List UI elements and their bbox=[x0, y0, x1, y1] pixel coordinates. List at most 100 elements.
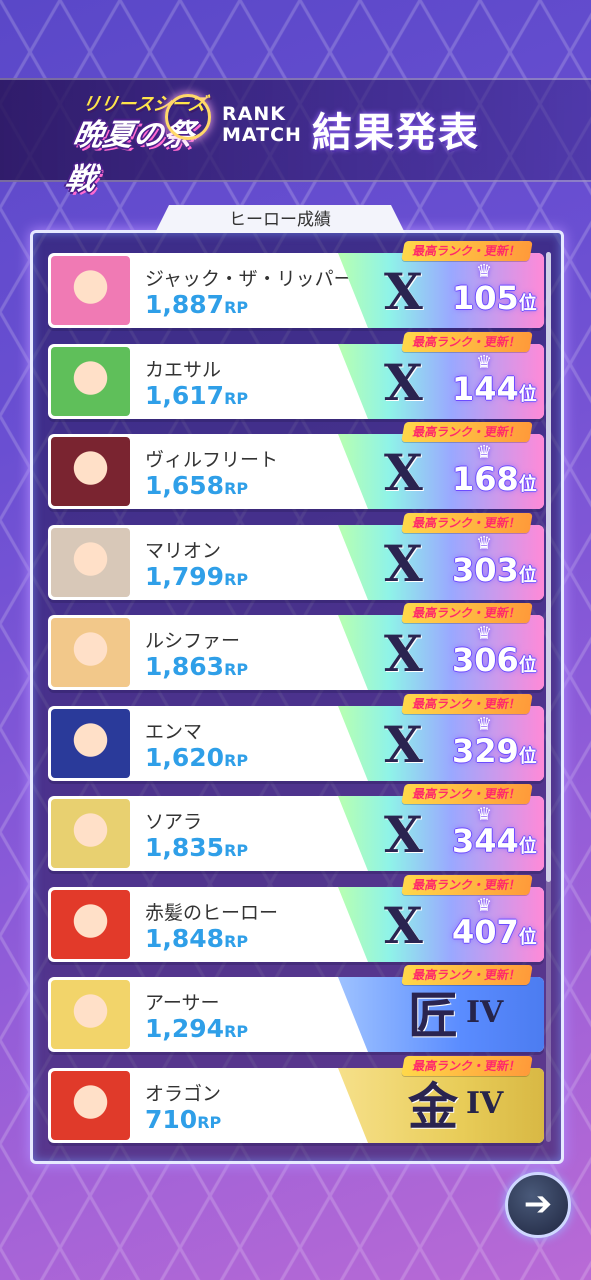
hero-avatar bbox=[51, 709, 130, 778]
logo-star-icon bbox=[165, 94, 211, 140]
hero-row[interactable]: エンマ 1,620RP X ♛ 329位 最高ランク・更新！ bbox=[48, 694, 544, 781]
hero-avatar bbox=[51, 799, 130, 868]
hero-name: ソアラ bbox=[145, 811, 203, 833]
hero-rp: 1,799RP bbox=[145, 562, 248, 591]
rp-unit: RP bbox=[224, 298, 249, 317]
hero-row[interactable]: マリオン 1,799RP X ♛ 303位 最高ランク・更新！ bbox=[48, 513, 544, 600]
hero-name: カエサル bbox=[145, 359, 222, 381]
rp-value: 1,620 bbox=[145, 743, 225, 772]
hero-rp: 1,835RP bbox=[145, 833, 248, 862]
hero-name: エンマ bbox=[145, 721, 203, 743]
scrollbar-thumb[interactable] bbox=[546, 252, 551, 882]
hero-row[interactable]: ソアラ 1,835RP X ♛ 344位 最高ランク・更新！ bbox=[48, 784, 544, 871]
rp-unit: RP bbox=[224, 479, 249, 498]
hero-rp: 1,294RP bbox=[145, 1014, 248, 1043]
rp-value: 1,835 bbox=[145, 833, 225, 862]
hero-avatar bbox=[51, 618, 130, 687]
rank-suffix: 位 bbox=[518, 655, 537, 676]
hero-name: オラゴン bbox=[145, 1083, 222, 1105]
rp-value: 1,799 bbox=[145, 562, 225, 591]
hero-row[interactable]: オラゴン 710RP 金 IV 最高ランク・更新！ bbox=[48, 1056, 544, 1143]
hero-rp: 710RP bbox=[145, 1105, 221, 1134]
rank-number: 168 bbox=[452, 460, 519, 498]
season-logo: リリースシーズン 晩夏の祭戦 bbox=[62, 88, 215, 197]
rank-match-label: RANK MATCH bbox=[222, 104, 302, 146]
hero-avatar bbox=[51, 256, 130, 325]
hero-name: アーサー bbox=[145, 992, 220, 1014]
hero-avatar bbox=[51, 528, 130, 597]
artisan-rank-emblem-icon: 匠 bbox=[408, 986, 458, 1045]
rank-number: 105 bbox=[452, 279, 519, 317]
hero-rp: 1,848RP bbox=[145, 924, 248, 953]
best-rank-updated-badge: 最高ランク・更新！ bbox=[401, 965, 533, 985]
rank-suffix: 位 bbox=[518, 746, 537, 767]
rank-suffix: 位 bbox=[518, 836, 537, 857]
rp-value: 1,658 bbox=[145, 471, 225, 500]
rank-number: 303 bbox=[452, 551, 519, 589]
hero-row[interactable]: アーサー 1,294RP 匠 IV 最高ランク・更新！ bbox=[48, 965, 544, 1052]
hero-row[interactable]: ジャック・ザ・リッパー 1,887RP X ♛ 105位 最高ランク・更新！ bbox=[48, 241, 544, 328]
hero-avatar bbox=[51, 437, 130, 506]
panel-tab-hero-results: ヒーロー成績 bbox=[155, 205, 405, 233]
hero-name: ジャック・ザ・リッパー bbox=[145, 268, 353, 290]
best-rank-updated-badge: 最高ランク・更新！ bbox=[401, 1056, 533, 1076]
rank-suffix: 位 bbox=[518, 293, 537, 314]
page-title: 結果発表 bbox=[312, 110, 480, 156]
rp-unit: RP bbox=[224, 389, 249, 408]
hero-avatar bbox=[51, 1071, 130, 1140]
hero-avatar bbox=[51, 347, 130, 416]
hero-row[interactable]: カエサル 1,617RP X ♛ 144位 最高ランク・更新！ bbox=[48, 332, 544, 419]
rp-value: 710 bbox=[145, 1105, 198, 1134]
hero-name: ヴィルフリート bbox=[145, 449, 279, 471]
gold-rank-emblem-icon: 金 bbox=[408, 1077, 458, 1136]
rp-value: 1,294 bbox=[145, 1014, 225, 1043]
rank-tier: IV bbox=[466, 995, 504, 1030]
rank-number: 344 bbox=[452, 822, 519, 860]
rank-position: 144位 bbox=[452, 370, 537, 408]
rank-position: 407位 bbox=[452, 913, 537, 951]
rank-position: 168位 bbox=[452, 460, 537, 498]
rp-value: 1,887 bbox=[145, 290, 225, 319]
best-rank-updated-badge: 最高ランク・更新！ bbox=[401, 875, 533, 895]
hero-name: ルシファー bbox=[145, 630, 241, 652]
rank-suffix: 位 bbox=[518, 927, 537, 948]
next-button[interactable]: ➔ bbox=[505, 1172, 571, 1238]
rank-position: 306位 bbox=[452, 641, 537, 679]
rp-unit: RP bbox=[224, 660, 249, 679]
rank-position: 303位 bbox=[452, 551, 537, 589]
master-rank-emblem-icon: X bbox=[384, 262, 423, 321]
hero-rp: 1,863RP bbox=[145, 652, 248, 681]
rank-suffix: 位 bbox=[518, 474, 537, 495]
rank-tier: IV bbox=[466, 1086, 504, 1121]
master-rank-emblem-icon: X bbox=[384, 443, 423, 502]
best-rank-updated-badge: 最高ランク・更新！ bbox=[401, 241, 533, 261]
rp-unit: RP bbox=[224, 751, 249, 770]
rp-unit: RP bbox=[224, 932, 249, 951]
master-rank-emblem-icon: X bbox=[384, 534, 423, 593]
rank-position: 105位 bbox=[452, 279, 537, 317]
master-rank-emblem-icon: X bbox=[384, 715, 423, 774]
rp-value: 1,863 bbox=[145, 652, 225, 681]
hero-rp: 1,658RP bbox=[145, 471, 248, 500]
rp-unit: RP bbox=[224, 570, 249, 589]
master-rank-emblem-icon: X bbox=[384, 805, 423, 864]
rank-position: 344位 bbox=[452, 822, 537, 860]
rp-value: 1,848 bbox=[145, 924, 225, 953]
master-rank-emblem-icon: X bbox=[384, 896, 423, 955]
hero-row[interactable]: 赤髪のヒーロー 1,848RP X ♛ 407位 最高ランク・更新！ bbox=[48, 875, 544, 962]
hero-row[interactable]: ヴィルフリート 1,658RP X ♛ 168位 最高ランク・更新！ bbox=[48, 422, 544, 509]
best-rank-updated-badge: 最高ランク・更新！ bbox=[401, 422, 533, 442]
hero-name: マリオン bbox=[145, 540, 222, 562]
hero-row[interactable]: ルシファー 1,863RP X ♛ 306位 最高ランク・更新！ bbox=[48, 603, 544, 690]
rp-unit: RP bbox=[224, 841, 249, 860]
rank-label: RANK bbox=[222, 103, 286, 125]
hero-rp: 1,620RP bbox=[145, 743, 248, 772]
arrow-right-icon: ➔ bbox=[523, 1184, 553, 1224]
rank-position: 329位 bbox=[452, 732, 537, 770]
hero-rp: 1,617RP bbox=[145, 381, 248, 410]
rp-unit: RP bbox=[224, 1022, 249, 1041]
best-rank-updated-badge: 最高ランク・更新！ bbox=[401, 332, 533, 352]
hero-avatar bbox=[51, 980, 130, 1049]
hero-rp: 1,887RP bbox=[145, 290, 248, 319]
rank-number: 407 bbox=[452, 913, 519, 951]
